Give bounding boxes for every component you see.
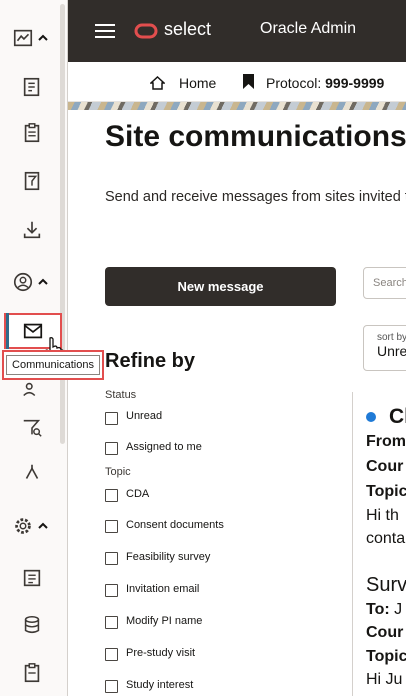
rail-item-filter-search[interactable] xyxy=(8,410,56,446)
sort-label: sort by xyxy=(377,332,406,343)
message-1-topic: Topic xyxy=(366,483,406,500)
topic-label-modify-pi: Modify PI name xyxy=(126,615,203,627)
rail-item-users-group[interactable] xyxy=(8,264,56,300)
breadcrumb: Home Protocol: 999-9999 xyxy=(68,62,406,102)
filter-search-icon xyxy=(23,419,42,437)
clipboard-icon xyxy=(24,123,40,143)
message-1-body-line1: Hi th xyxy=(366,507,399,524)
protocol-label: Protocol: xyxy=(266,75,322,91)
active-indicator xyxy=(6,313,9,349)
page-description: Send and receive messages from sites inv… xyxy=(105,189,406,205)
topic-section-label: Topic xyxy=(105,466,131,478)
rail-item-analytics[interactable] xyxy=(8,20,56,56)
topic-checkbox-consent[interactable] xyxy=(105,520,118,533)
sort-select[interactable]: sort by Unread xyxy=(363,325,406,371)
oracle-logo-icon xyxy=(134,23,158,39)
rail-item-checklist[interactable] xyxy=(8,655,56,691)
topic-label-study-interest: Study interest xyxy=(126,679,194,691)
message-2-body-line1: Hi Ju xyxy=(366,671,403,688)
rail-item-tasks[interactable] xyxy=(8,115,56,151)
chevron-up-icon xyxy=(38,278,48,285)
topic-label-invitation: Invitation email xyxy=(126,583,200,595)
sort-value: Unread xyxy=(377,343,406,359)
panel-divider xyxy=(352,392,353,696)
rail-item-reports[interactable] xyxy=(8,69,56,105)
topic-checkbox-cda[interactable] xyxy=(105,489,118,502)
message-1-country: Cour xyxy=(366,458,404,475)
topic-checkbox-study-interest[interactable] xyxy=(105,680,118,693)
refine-title: Refine by xyxy=(105,350,196,372)
message-1-from: From xyxy=(366,433,406,450)
rail-item-database[interactable] xyxy=(8,607,56,643)
user-circle-group-icon xyxy=(13,272,33,292)
topic-checkbox-feasibility[interactable] xyxy=(105,552,118,565)
status-checkbox-unread[interactable] xyxy=(105,412,118,425)
message-2-to-label: To: xyxy=(366,601,390,618)
status-checkbox-assigned[interactable] xyxy=(105,442,118,455)
mail-icon xyxy=(23,323,43,339)
protocol-value: 999-9999 xyxy=(325,75,385,91)
search-input[interactable]: Search xyxy=(363,267,406,299)
users-icon xyxy=(23,382,36,397)
form-icon xyxy=(23,569,41,587)
database-icon xyxy=(24,615,40,634)
status-section-label: Status xyxy=(105,389,137,401)
topic-label-cda: CDA xyxy=(126,488,150,500)
rail-item-forms[interactable] xyxy=(8,560,56,596)
tooltip-text: Communications xyxy=(6,355,100,375)
topic-label-pre-study: Pre-study visit xyxy=(126,647,196,659)
message-2-title[interactable]: Surv xyxy=(366,574,406,597)
home-icon[interactable] xyxy=(150,76,165,90)
message-2-to: To: J xyxy=(366,601,402,619)
message-1-body-line2: conta xyxy=(366,530,406,547)
filter-list-icon xyxy=(24,171,40,191)
breadcrumb-home[interactable]: Home xyxy=(179,75,216,91)
breadcrumb-protocol[interactable]: Protocol: 999-9999 xyxy=(266,75,384,91)
report-list-icon xyxy=(23,77,40,97)
rail-item-downloads[interactable] xyxy=(8,212,56,248)
status-label-unread: Unread xyxy=(126,410,163,422)
topic-checkbox-pre-study[interactable] xyxy=(105,648,118,661)
hierarchy-icon xyxy=(25,464,39,479)
clipboard-list-icon xyxy=(24,663,40,683)
decorative-banner xyxy=(68,102,406,110)
rail-item-hierarchy[interactable] xyxy=(8,455,56,491)
brand-name: select xyxy=(164,19,212,39)
topic-checkbox-modify-pi[interactable] xyxy=(105,616,118,629)
analytics-group-icon xyxy=(13,29,33,47)
chevron-up-icon xyxy=(38,34,48,41)
rail-item-filters[interactable] xyxy=(8,163,56,199)
new-message-button[interactable]: New message xyxy=(105,267,336,306)
message-2-to-value: J xyxy=(394,601,403,618)
app-title: Oracle Admin xyxy=(260,20,357,37)
unread-indicator xyxy=(366,412,376,422)
settings-group-icon xyxy=(15,518,31,534)
download-icon xyxy=(23,221,41,239)
message-1-title[interactable]: Cl xyxy=(389,405,406,429)
top-bar: select Oracle Admin xyxy=(68,0,406,62)
bookmark-icon xyxy=(243,74,254,89)
topic-label-consent: Consent documents xyxy=(126,519,224,531)
chevron-up-icon xyxy=(38,522,48,529)
topic-checkbox-invitation[interactable] xyxy=(105,584,118,597)
hamburger-menu-icon[interactable] xyxy=(95,22,115,40)
topic-label-feasibility: Feasibility survey xyxy=(126,551,211,563)
page-title: Site communications xyxy=(105,120,406,153)
rail-item-settings-group[interactable] xyxy=(8,508,56,544)
status-label-assigned: Assigned to me xyxy=(126,441,202,453)
message-2-country: Cour xyxy=(366,624,404,641)
message-2-topic: Topic xyxy=(366,648,406,665)
communications-tooltip: Communications xyxy=(2,350,104,380)
